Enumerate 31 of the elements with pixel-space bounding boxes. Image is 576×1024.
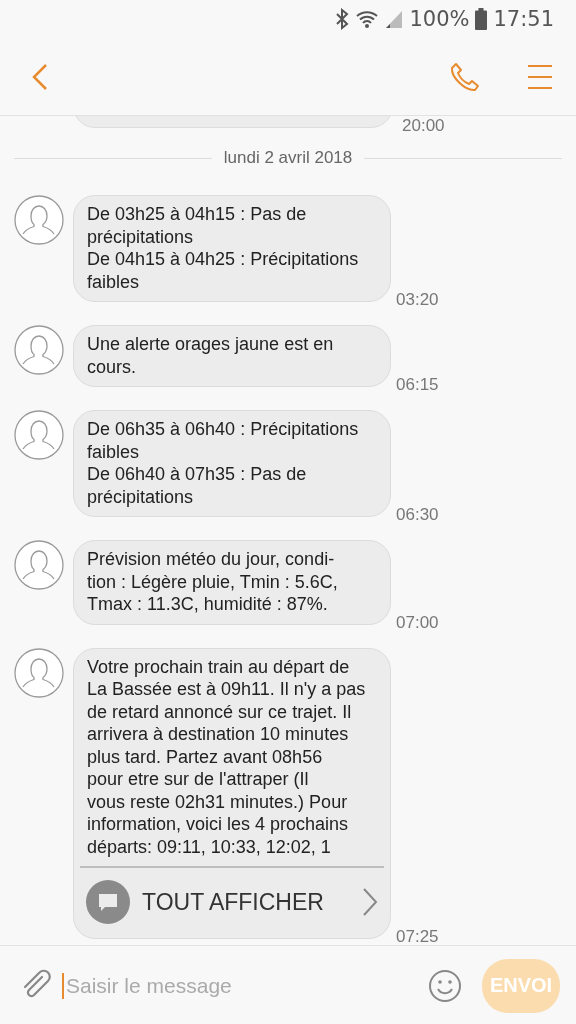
message-text: Prévision météo du jour, condi- tion : Légère pluie, Tmin : 5.6C, Tmax : 11.3C, humidité : 87%. — [86, 548, 339, 616]
show-all-button[interactable]: TOUT AFFICHER — [80, 866, 384, 938]
clock: 17:51 — [493, 7, 554, 31]
message-time: 20:00 — [402, 116, 445, 136]
chat-bubble-icon — [86, 880, 130, 924]
avatar-icon — [14, 410, 64, 460]
avatar-icon — [14, 325, 64, 375]
phone-button[interactable] — [450, 61, 480, 92]
message-text: Une alerte orages jaune est en cours. — [86, 333, 335, 379]
avatar-icon — [14, 540, 64, 590]
battery-percentage: 100% — [409, 7, 470, 31]
chevron-right-icon — [362, 887, 378, 917]
message-text: De 03h25 à 04h15 : Pas de précipitations De 04h15 à 04h25 : Précipitations faibles — [86, 203, 360, 294]
message-time: 06:30 — [396, 505, 439, 525]
message-text: Votre prochain train au départ de La Bassée est à 09h11. Il n'y a pas de retard annoncé sur ce trajet. Il arrivera à destination 10 minutes plus tard. Partez avant 08h56 pour etre sur de l'attraper (Il vous reste 02h31 minutes.) Pour information, voici les 4 prochains départs: 09:11, 10:33, 12:02, 1 — [86, 655, 367, 859]
back-button[interactable] — [32, 62, 48, 91]
message-input[interactable]: Saisir le message — [62, 972, 420, 999]
message-text: De 06h35 à 06h40 : Précipitations faibles De 06h40 à 07h35 : Pas de précipitations — [86, 418, 360, 509]
emoji-button[interactable] — [428, 968, 462, 1003]
signal-icon — [385, 9, 404, 29]
menu-button[interactable] — [528, 63, 552, 90]
message-time: 03:20 — [396, 290, 439, 310]
bluetooth-icon — [335, 8, 350, 30]
message-time: 07:00 — [396, 612, 439, 633]
message-time: 06:15 — [396, 375, 439, 395]
battery-icon — [475, 8, 488, 30]
avatar-icon — [14, 195, 64, 245]
date-separator: lundi 2 avril 2018 — [223, 148, 353, 168]
wifi-icon — [355, 9, 380, 29]
avatar-icon — [14, 647, 64, 698]
message-time: 07:25 — [396, 927, 439, 945]
